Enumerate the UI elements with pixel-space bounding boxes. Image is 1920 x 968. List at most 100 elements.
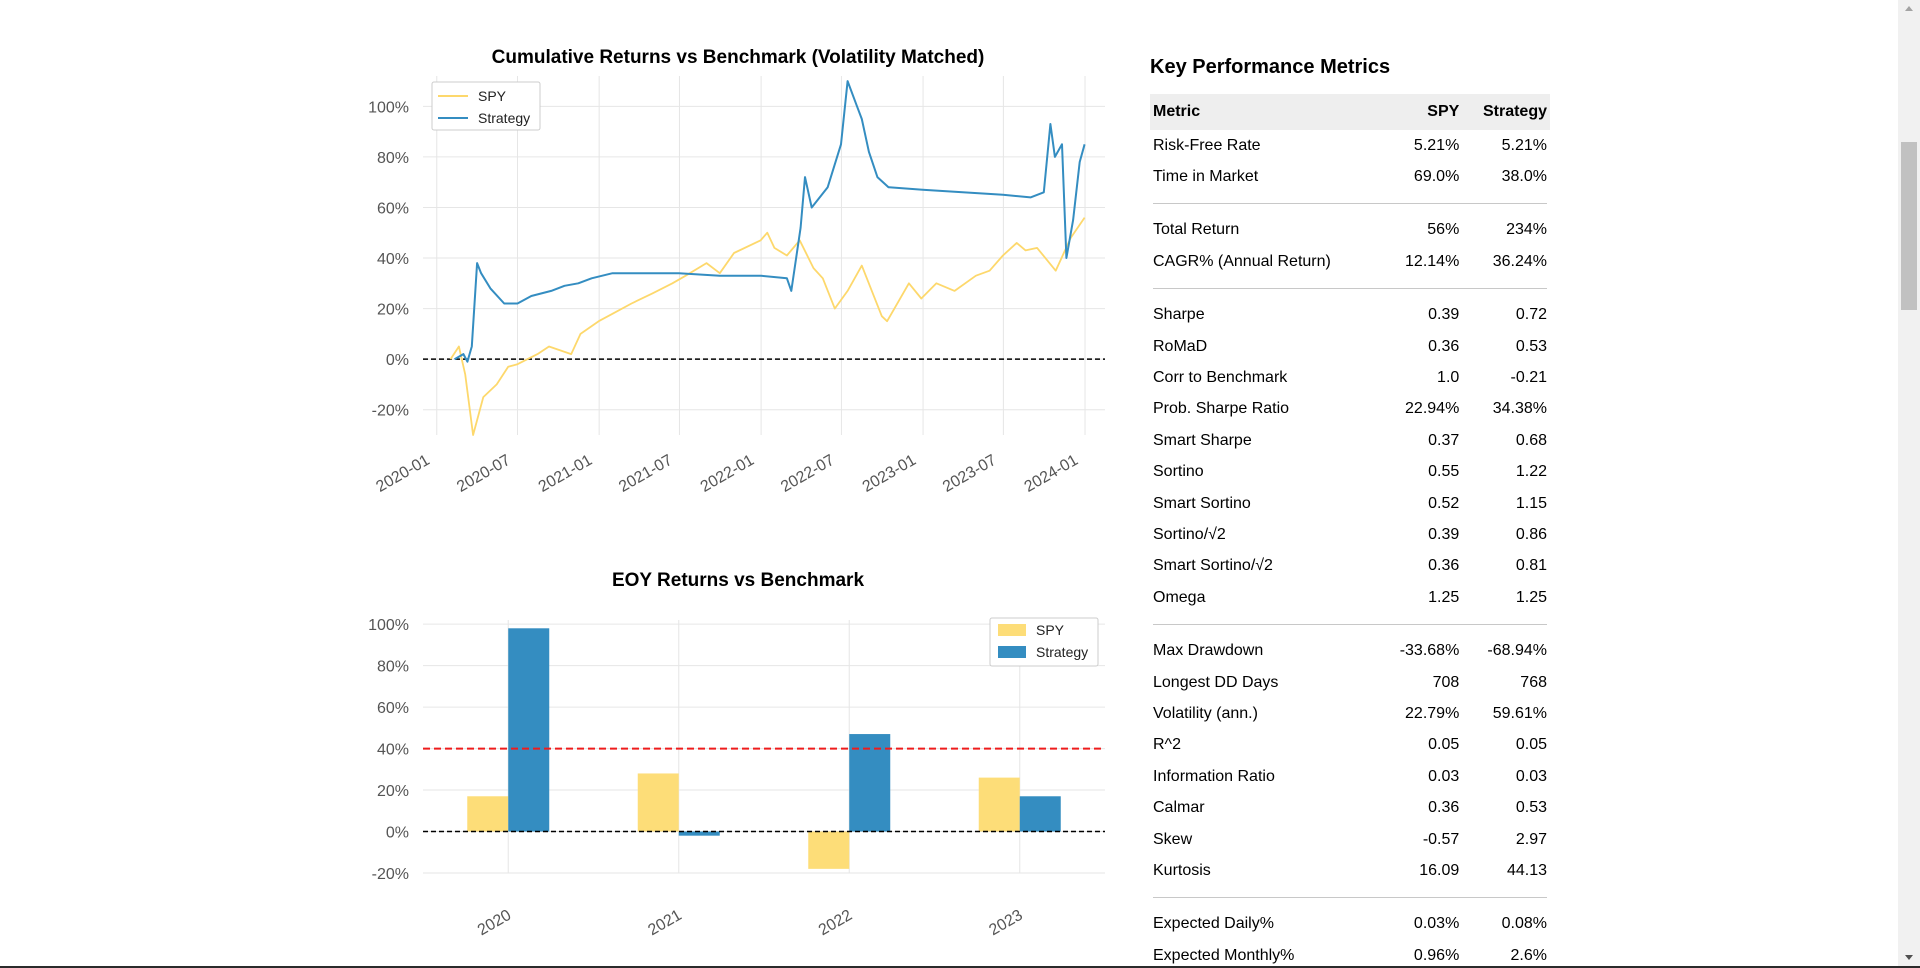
metric-name-cell: Max Drawdown (1153, 642, 1264, 660)
metrics-row: Risk-Free Rate 5.21% 5.21% (1150, 130, 1550, 161)
strategy-value-cell: 0.68 (1515, 431, 1547, 449)
spy-value-cell: 0.37 (1428, 431, 1460, 449)
metrics-row: Sharpe 0.39 0.72 (1150, 300, 1550, 331)
metric-name-cell: Risk-Free Rate (1153, 136, 1261, 154)
x-tick-label: 2020-01 (373, 452, 432, 496)
metrics-group-separator (1150, 613, 1550, 635)
column-header-strategy: Strategy (1462, 94, 1550, 130)
strategy-value-cell: -0.21 (1510, 369, 1547, 387)
metrics-group-separator (1150, 193, 1550, 215)
metrics-row: R^2 0.05 0.05 (1150, 730, 1550, 761)
spy-value-cell: 0.55 (1428, 463, 1460, 481)
metrics-row: Smart Sortino/√2 0.36 0.81 (1150, 551, 1550, 582)
spy-value-cell: 1.0 (1437, 369, 1460, 387)
legend-swatch (998, 624, 1026, 636)
y-tick-label: -20% (372, 866, 409, 883)
metrics-title: Key Performance Metrics (1150, 56, 1391, 78)
metrics-row: Longest DD Days 708 768 (1150, 667, 1550, 698)
y-tick-label: 40% (377, 742, 409, 759)
x-tick-label: 2023 (986, 907, 1025, 940)
separator-rule (1153, 897, 1547, 899)
metrics-row: Sortino 0.55 1.22 (1150, 457, 1550, 488)
key-performance-metrics: Key Performance Metrics Metric SPY Strat… (1150, 52, 1550, 966)
x-tick-label: 2021-01 (536, 452, 595, 496)
metric-name-cell: R^2 (1153, 736, 1181, 754)
metric-name-cell: Smart Sortino (1153, 494, 1251, 512)
spy-value-cell: 12.14% (1405, 252, 1460, 270)
metric-name-cell: Skew (1153, 830, 1193, 848)
chart-legend: SPY Strategy (989, 617, 1099, 667)
spy-value-cell: 0.36 (1428, 799, 1460, 817)
page-scrollbar[interactable] (1898, 0, 1920, 966)
spy-value-cell: 22.79% (1405, 704, 1460, 722)
metric-name-cell: Kurtosis (1153, 861, 1211, 879)
metrics-row: Kurtosis 16.09 44.13 (1150, 855, 1550, 886)
spy-value-cell: 0.05 (1428, 736, 1460, 754)
separator-cell (1150, 193, 1550, 215)
metrics-body: Risk-Free Rate 5.21% 5.21% Time in Market 69… (1150, 130, 1550, 966)
strategy-value-cell: 2.97 (1515, 830, 1547, 848)
scrollbar-thumb[interactable] (1901, 142, 1917, 310)
strategy-value-cell: 2.6% (1510, 946, 1547, 964)
x-tick-label: 2021 (645, 907, 684, 940)
separator-cell (1150, 278, 1550, 300)
scroll-up-arrow-icon[interactable] (1898, 0, 1920, 18)
scroll-down-arrow-icon[interactable] (1898, 948, 1920, 966)
metric-name-cell: Sortino (1153, 463, 1204, 481)
bar-spy-2023 (978, 777, 1020, 832)
legend-label: Strategy (1036, 644, 1088, 660)
spy-value-cell: 5.21% (1413, 136, 1460, 154)
x-tick-label: 2023-07 (940, 452, 999, 496)
column-header-metric: Metric (1150, 94, 1381, 130)
separator-rule (1153, 623, 1547, 625)
separator-cell (1150, 613, 1550, 635)
metric-name-cell: Smart Sharpe (1153, 431, 1252, 449)
spy-value-cell: 22.94% (1405, 400, 1460, 418)
metric-name-cell: Longest DD Days (1153, 673, 1279, 691)
strategy-value-cell: 59.61% (1492, 704, 1547, 722)
spy-value-cell: 0.03 (1428, 767, 1460, 785)
metrics-row: Time in Market 69.0% 38.0% (1150, 161, 1550, 192)
metric-name-cell: Time in Market (1153, 168, 1259, 186)
spy-value-cell: 69.0% (1413, 168, 1460, 186)
strategy-value-cell: 0.81 (1515, 557, 1547, 575)
y-tick-label: 20% (377, 783, 409, 800)
separator-rule (1153, 203, 1547, 205)
x-tick-label: 2024-01 (1022, 452, 1081, 496)
metrics-row: Total Return 56% 234% (1150, 215, 1550, 246)
metric-name-cell: Expected Daily% (1153, 915, 1274, 933)
strategy-value-cell: 0.08% (1501, 915, 1547, 933)
spy-value-cell: 0.96% (1413, 946, 1460, 964)
strategy-value-cell: 0.05 (1515, 736, 1547, 754)
metric-name-cell: Corr to Benchmark (1153, 369, 1288, 387)
metric-name-cell: Expected Monthly% (1153, 946, 1295, 964)
strategy-value-cell: 0.53 (1515, 337, 1547, 355)
metrics-row: Max Drawdown -33.68% -68.94% (1150, 635, 1550, 666)
x-tick-label: 2021-07 (616, 452, 675, 496)
legend-swatch (998, 646, 1026, 658)
metrics-row: Smart Sharpe 0.37 0.68 (1150, 425, 1550, 456)
metrics-row: Skew -0.57 2.97 (1150, 824, 1550, 855)
spy-value-cell: -0.57 (1422, 830, 1460, 848)
y-tick-label: 100% (368, 617, 409, 634)
metrics-group-separator (1150, 278, 1550, 300)
metrics-row: RoMaD 0.36 0.53 (1150, 331, 1550, 362)
x-tick-label: 2022 (816, 907, 855, 940)
metric-name-cell: Sharpe (1153, 306, 1205, 324)
legend-label: SPY (1036, 622, 1065, 638)
strategy-value-cell: 44.13 (1506, 861, 1547, 879)
metrics-header-row: Metric SPY Strategy (1150, 94, 1550, 130)
metric-name-cell: Sortino/√2 (1153, 525, 1226, 543)
metrics-row: Smart Sortino 0.52 1.15 (1150, 488, 1550, 519)
y-tick-label: 60% (377, 200, 409, 217)
x-tick-label: 2022-01 (698, 452, 757, 496)
strategy-value-cell: 0.53 (1515, 799, 1547, 817)
y-tick-label: 80% (377, 150, 409, 167)
metrics-row: CAGR% (Annual Return) 12.14% 36.24% (1150, 246, 1550, 277)
spy-value-cell: -33.68% (1399, 642, 1460, 660)
x-tick-label: 2023-01 (860, 452, 919, 496)
strategy-value-cell: 1.15 (1515, 494, 1547, 512)
strategy-value-cell: 0.72 (1515, 306, 1547, 324)
strategy-value-cell: 0.86 (1515, 525, 1547, 543)
chart-title: Cumulative Returns vs Benchmark (Volatil… (492, 47, 985, 68)
